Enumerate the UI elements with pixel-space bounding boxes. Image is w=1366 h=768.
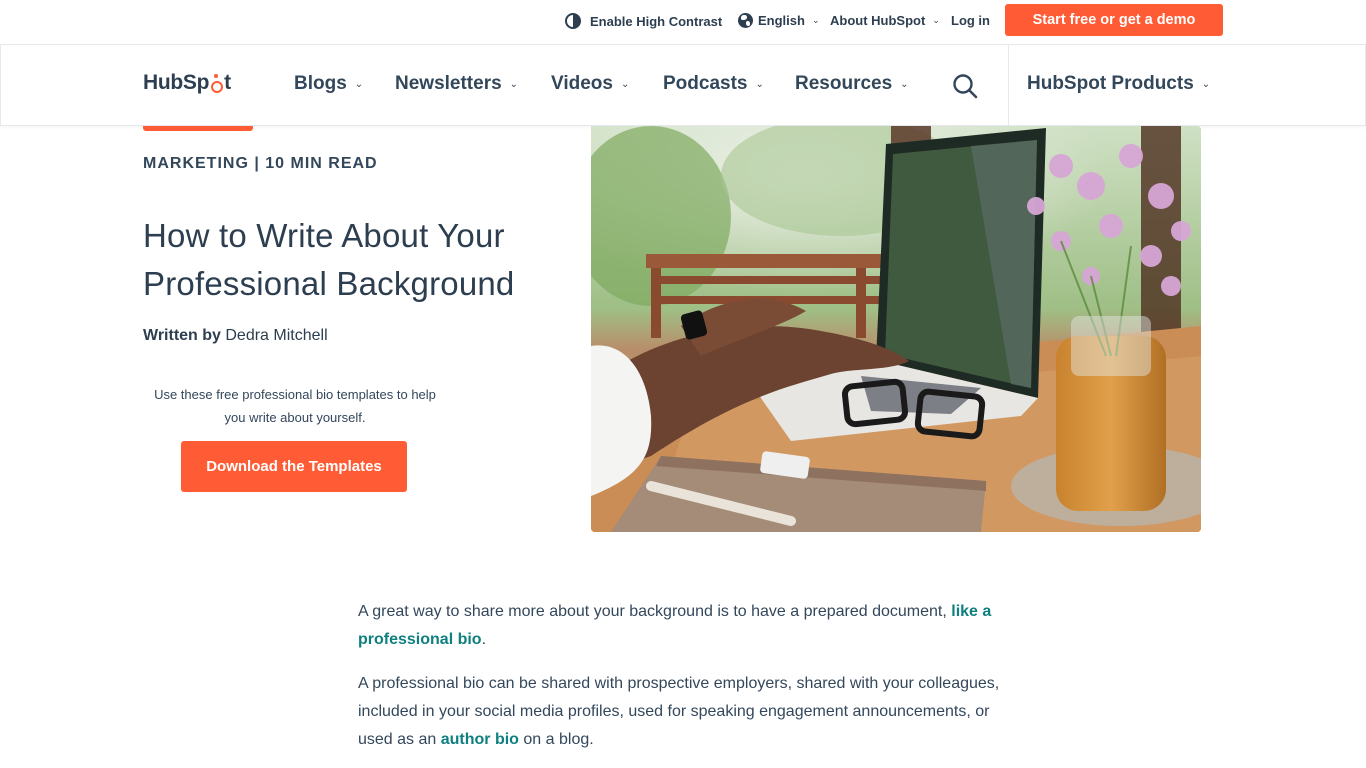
globe-icon (738, 13, 753, 28)
hubspot-logo[interactable]: HubSp t (143, 71, 231, 95)
main-navigation: HubSp t Blogs ⌄ Newsletters ⌄ Videos ⌄ Po… (0, 44, 1366, 126)
logo-text-end: t (224, 71, 231, 94)
login-link[interactable]: Log in (951, 13, 990, 28)
chevron-down-icon: ⌄ (509, 78, 519, 90)
download-templates-button[interactable]: Download the Templates (181, 441, 407, 492)
nav-item-podcasts[interactable]: Podcasts ⌄ (663, 73, 764, 95)
article-paragraph: A great way to share more about your bac… (358, 598, 1008, 654)
nav-label: HubSpot Products (1027, 73, 1194, 94)
hero-image (591, 126, 1201, 532)
chevron-down-icon: ⌄ (354, 78, 364, 90)
nav-label: Newsletters (395, 73, 502, 94)
contrast-icon (565, 13, 581, 29)
nav-item-resources[interactable]: Resources ⌄ (795, 73, 909, 95)
start-free-demo-button[interactable]: Start free or get a demo (1005, 4, 1223, 36)
high-contrast-label: Enable High Contrast (590, 13, 723, 29)
paragraph-text: . (481, 631, 487, 648)
hubspot-products-menu[interactable]: HubSpot Products ⌄ (1027, 73, 1210, 95)
paragraph-text: A great way to share more about your bac… (358, 603, 952, 620)
article-body: A great way to share more about your bac… (358, 598, 1008, 768)
nav-item-blogs[interactable]: Blogs ⌄ (294, 73, 363, 95)
accent-bar (143, 126, 253, 131)
nav-item-videos[interactable]: Videos ⌄ (551, 73, 629, 95)
author-link[interactable]: Dedra Mitchell (225, 327, 327, 344)
chevron-down-icon: ⌄ (932, 15, 940, 25)
login-label: Log in (951, 13, 990, 28)
nav-item-newsletters[interactable]: Newsletters ⌄ (395, 73, 518, 95)
logo-text: HubSp (143, 71, 210, 94)
language-label: English (758, 13, 805, 28)
about-label: About HubSpot (830, 13, 926, 28)
chevron-down-icon: ⌄ (755, 78, 764, 90)
chevron-down-icon: ⌄ (620, 78, 630, 90)
paragraph-text: on a blog. (518, 731, 594, 748)
hero-photo (591, 126, 1201, 532)
about-hubspot-menu[interactable]: About HubSpot ⌄ (830, 13, 940, 28)
promo-text: Use these free professional bio template… (154, 387, 436, 425)
search-icon[interactable] (951, 72, 979, 100)
chevron-down-icon: ⌄ (811, 15, 820, 25)
nav-label: Resources (795, 73, 893, 94)
nav-divider (1008, 45, 1009, 125)
byline: Written by Dedra Mitchell (143, 327, 328, 345)
author-bio-link[interactable]: author bio (441, 731, 519, 748)
nav-label: Videos (551, 73, 613, 94)
topic-eyebrow: MARKETING | 10 MIN READ (143, 155, 378, 172)
utility-bar: Enable High Contrast English ⌄ About Hub… (0, 0, 1366, 44)
nav-label: Blogs (294, 73, 347, 94)
article-paragraph: A professional bio can be shared with pr… (358, 670, 1008, 754)
sprocket-icon (210, 74, 224, 93)
chevron-down-icon: ⌄ (900, 78, 909, 90)
language-selector[interactable]: English ⌄ (738, 13, 820, 28)
chevron-down-icon: ⌄ (1201, 78, 1211, 90)
page-title: How to Write About Your Professional Bac… (143, 217, 515, 302)
high-contrast-toggle[interactable]: Enable High Contrast (565, 13, 722, 29)
nav-label: Podcasts (663, 73, 748, 94)
byline-prefix: Written by (143, 327, 226, 344)
